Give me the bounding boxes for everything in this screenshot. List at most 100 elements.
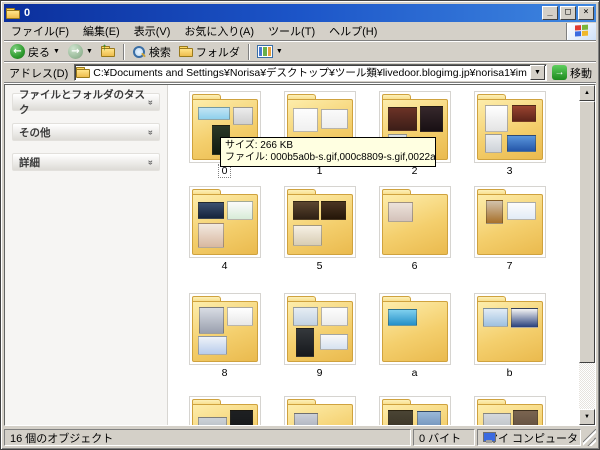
- folder-icon: [286, 399, 353, 425]
- folder-tile[interactable]: b: [462, 293, 557, 379]
- folder-tile[interactable]: 3: [462, 91, 557, 177]
- vertical-scrollbar[interactable]: ▲ ▼: [579, 85, 595, 425]
- thumbnail-image: [292, 306, 319, 326]
- address-path[interactable]: C:¥Documents and Settings¥Norisa¥デスクトップ¥…: [93, 65, 527, 80]
- folder-thumbnail-frame: [283, 293, 356, 365]
- folder-thumbnail-frame: [378, 293, 451, 365]
- windows-flag-icon: [574, 24, 589, 38]
- thumbnail-image: [197, 107, 230, 121]
- folder-thumbnail-frame: [378, 396, 451, 425]
- folder-tile[interactable]: [272, 396, 367, 425]
- folder-thumbnail-frame: [188, 293, 261, 365]
- chevron-down-icon[interactable]: »: [146, 100, 156, 104]
- forward-button[interactable]: → ▼: [65, 43, 96, 60]
- thumbnail-image: [387, 202, 414, 223]
- folder-icon: [286, 296, 353, 362]
- menu-file[interactable]: ファイル(F): [4, 21, 76, 41]
- folder-label[interactable]: 6: [367, 260, 462, 272]
- folder-tile[interactable]: [367, 396, 462, 425]
- maximize-button[interactable]: □: [560, 6, 576, 20]
- thumbnail-image: [485, 134, 502, 154]
- task-pane: ファイルとフォルダのタスク » その他 » 詳細 »: [5, 85, 168, 425]
- menu-tools[interactable]: ツール(T): [261, 21, 322, 41]
- folder-tile[interactable]: 4: [177, 186, 272, 272]
- toolbar-separator: [122, 43, 124, 60]
- minimize-button[interactable]: _: [542, 6, 558, 20]
- address-dropdown-button[interactable]: ▼: [530, 65, 545, 80]
- scroll-down-button[interactable]: ▼: [579, 409, 595, 425]
- scrollbar-thumb[interactable]: [579, 101, 595, 363]
- menu-edit[interactable]: 編集(E): [76, 21, 127, 41]
- thumbnail-image: [197, 202, 225, 219]
- thumbnail-image: [227, 306, 253, 326]
- menu-help[interactable]: ヘルプ(H): [322, 21, 384, 41]
- folder-tile[interactable]: 9: [272, 293, 367, 379]
- folder-tile[interactable]: a: [367, 293, 462, 379]
- thumbnail-image: [229, 409, 253, 425]
- toolbar: ← 戻る ▼ → ▼ ↑ 検索 フォルダ ▼: [4, 42, 596, 62]
- thumbnail-image: [485, 104, 509, 132]
- folder-thumbnail-frame: [473, 396, 546, 425]
- address-input[interactable]: C:¥Documents and Settings¥Norisa¥デスクトップ¥…: [74, 64, 547, 81]
- folder-label[interactable]: 7: [462, 260, 557, 272]
- details-section-header[interactable]: 詳細 »: [12, 153, 160, 171]
- chevron-down-icon[interactable]: »: [146, 160, 156, 164]
- folder-thumbnail-frame: [473, 293, 546, 365]
- status-objects: 16 個のオブジェクト: [4, 429, 411, 446]
- views-dropdown-icon[interactable]: ▼: [276, 48, 283, 55]
- folder-label[interactable]: 3: [462, 165, 557, 177]
- tasks-section-header[interactable]: ファイルとフォルダのタスク »: [12, 89, 160, 116]
- views-button[interactable]: ▼: [254, 44, 286, 59]
- forward-dropdown-icon[interactable]: ▼: [86, 48, 93, 55]
- folder-label[interactable]: 4: [177, 260, 272, 272]
- folder-thumbnail-frame: [188, 186, 261, 258]
- chevron-down-icon[interactable]: »: [146, 130, 156, 134]
- other-places-section-header[interactable]: その他 »: [12, 123, 160, 141]
- folders-icon: [178, 46, 193, 57]
- thumbnail-image: [320, 200, 347, 220]
- folder-tile[interactable]: 8: [177, 293, 272, 379]
- thumbnail-image: [387, 409, 414, 425]
- folder-label[interactable]: 9: [272, 367, 367, 379]
- search-button[interactable]: 検索: [129, 43, 174, 61]
- scroll-up-button[interactable]: ▲: [579, 85, 595, 101]
- back-button[interactable]: ← 戻る ▼: [7, 43, 63, 61]
- tooltip-files: ファイル: 000b5a0b-s.gif,000c8809-s.gif,0022…: [225, 152, 436, 163]
- go-button[interactable]: → 移動: [550, 65, 594, 81]
- folder-thumbnail-frame: [473, 91, 546, 163]
- up-arrow-icon: ↑: [101, 42, 107, 53]
- folder-tile[interactable]: 5: [272, 186, 367, 272]
- thumbnail-image: [319, 333, 348, 351]
- menu-view[interactable]: 表示(V): [127, 21, 178, 41]
- thumbnail-image: [233, 107, 253, 125]
- folders-button[interactable]: フォルダ: [176, 43, 243, 61]
- folder-tile[interactable]: [177, 396, 272, 425]
- close-button[interactable]: ×: [578, 6, 594, 20]
- folder-grid: 0 1 2 3 4 5 6 7 8 9 a b サイズ: 266 KB ファイル…: [168, 85, 579, 425]
- up-button[interactable]: ↑: [98, 42, 118, 58]
- folder-thumbnail-frame: [378, 186, 451, 258]
- back-icon: ←: [10, 44, 25, 59]
- folder-tile[interactable]: 6: [367, 186, 462, 272]
- resize-grip[interactable]: [583, 429, 596, 446]
- folder-tile[interactable]: [462, 396, 557, 425]
- folder-tile[interactable]: 7: [462, 186, 557, 272]
- thumbnail-image: [197, 336, 228, 356]
- folder-label[interactable]: a: [367, 367, 462, 379]
- folder-label[interactable]: b: [462, 367, 557, 379]
- folder-label[interactable]: 5: [272, 260, 367, 272]
- folder-icon: [381, 296, 448, 362]
- thumbnail-image: [293, 413, 319, 425]
- title-bar[interactable]: 0 _ □ ×: [4, 4, 596, 22]
- status-bar: 16 個のオブジェクト 0 バイト マイ コンピュータ: [4, 427, 596, 446]
- thumbnail-image: [292, 108, 319, 132]
- address-bar: アドレス(D) C:¥Documents and Settings¥Norisa…: [4, 63, 596, 83]
- menu-favorites[interactable]: お気に入り(A): [177, 21, 261, 41]
- thumbnail-image: [419, 105, 443, 132]
- folder-icon: [476, 189, 543, 255]
- back-dropdown-icon[interactable]: ▼: [53, 48, 60, 55]
- folder-label[interactable]: 8: [177, 367, 272, 379]
- thumbnail-image: [512, 104, 537, 123]
- status-location: マイ コンピュータ: [477, 429, 581, 446]
- window-title: 0: [24, 7, 31, 19]
